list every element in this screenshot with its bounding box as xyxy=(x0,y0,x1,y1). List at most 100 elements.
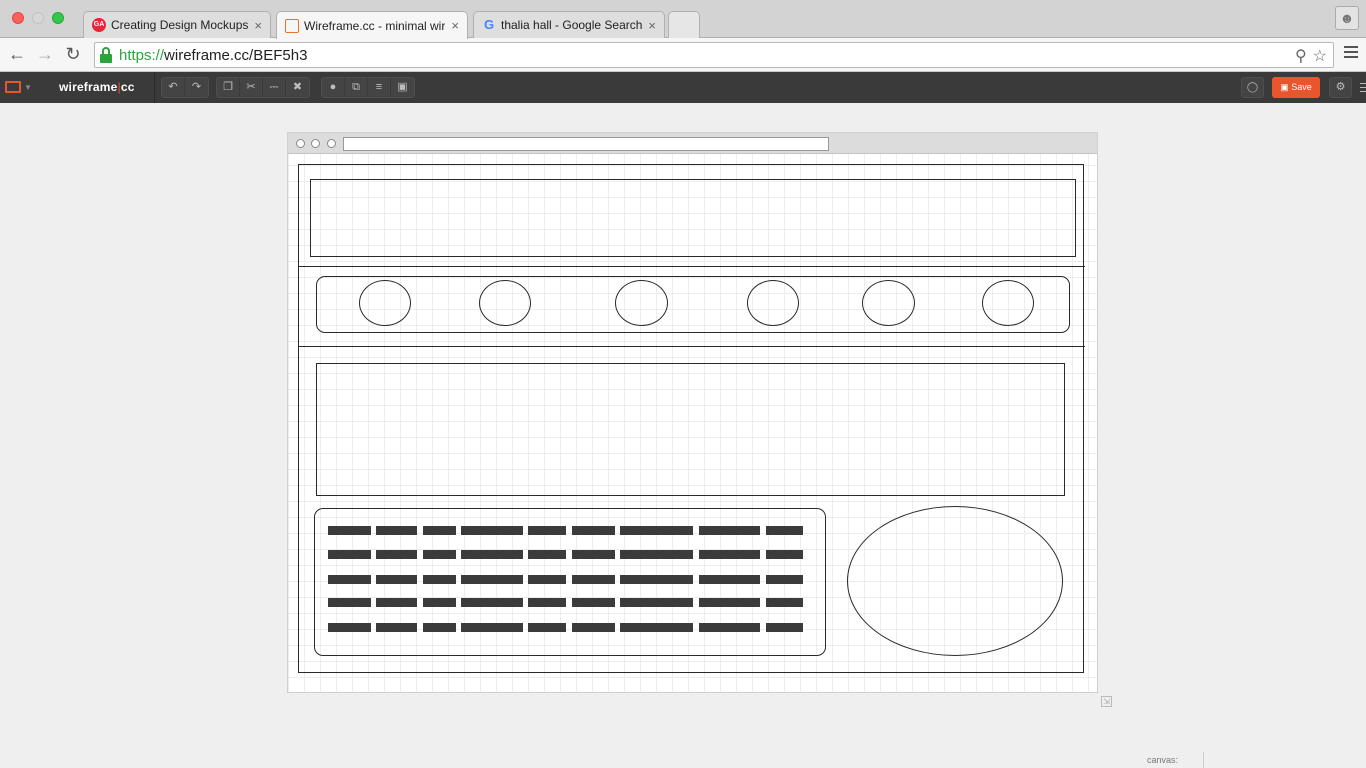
wf-text-placeholder-bar[interactable] xyxy=(766,598,803,607)
redo-icon[interactable]: ↷ xyxy=(185,78,208,97)
canvas-resize-icon[interactable]: ⇲ xyxy=(1101,696,1112,707)
lock-icon xyxy=(100,47,112,63)
wf-text-placeholder-bar[interactable] xyxy=(620,598,693,607)
wf-text-placeholder-bar[interactable] xyxy=(572,623,615,632)
browser-tab-wireframe[interactable]: Wireframe.cc - minimal wir × xyxy=(276,11,468,39)
wf-text-placeholder-bar[interactable] xyxy=(572,550,615,559)
wf-header-box[interactable] xyxy=(310,179,1076,257)
wf-text-placeholder-bar[interactable] xyxy=(328,623,371,632)
copy-icon[interactable]: ❐ xyxy=(217,78,240,97)
tab-close-icon[interactable]: × xyxy=(254,18,262,33)
wf-text-placeholder-bar[interactable] xyxy=(620,550,693,559)
browser-tab-design-mockups[interactable]: GA Creating Design Mockups | × xyxy=(83,11,271,38)
wf-text-placeholder-bar[interactable] xyxy=(376,526,417,535)
undo-icon[interactable]: ↶ xyxy=(162,78,185,97)
bookmark-star-icon[interactable]: ☆ xyxy=(1313,46,1327,66)
paste-icon[interactable]: ⎓ xyxy=(263,78,286,97)
cut-icon[interactable]: ✂ xyxy=(240,78,263,97)
wf-text-placeholder-bar[interactable] xyxy=(528,526,566,535)
wf-text-placeholder-bar[interactable] xyxy=(461,526,523,535)
wf-text-placeholder-bar[interactable] xyxy=(376,575,417,584)
wf-text-placeholder-bar[interactable] xyxy=(572,575,615,584)
wf-text-placeholder-bar[interactable] xyxy=(620,575,693,584)
wf-nav-box[interactable] xyxy=(316,276,1070,333)
tab-close-icon[interactable]: × xyxy=(648,18,656,33)
canvas-window-dot xyxy=(311,139,320,148)
window-close-button[interactable] xyxy=(12,12,24,24)
wf-text-placeholder-bar[interactable] xyxy=(699,526,760,535)
wf-text-placeholder-bar[interactable] xyxy=(461,623,523,632)
align-icon[interactable]: ≡ xyxy=(368,78,391,97)
wf-text-placeholder-bar[interactable] xyxy=(572,598,615,607)
wf-text-placeholder-bar[interactable] xyxy=(423,550,456,559)
wf-text-placeholder-bar[interactable] xyxy=(699,598,760,607)
wf-text-placeholder-bar[interactable] xyxy=(699,550,760,559)
wireframe-canvas[interactable] xyxy=(287,132,1098,693)
wf-text-placeholder-bar[interactable] xyxy=(423,575,456,584)
lock-element-icon[interactable]: ● xyxy=(322,78,345,97)
wf-ellipse[interactable] xyxy=(847,506,1063,656)
wf-text-placeholder-bar[interactable] xyxy=(766,623,803,632)
tab-title: Wireframe.cc - minimal wir xyxy=(304,18,446,33)
forward-arrow-icon[interactable]: → xyxy=(34,43,56,65)
wf-text-placeholder-bar[interactable] xyxy=(699,623,760,632)
browser-menu-icon[interactable] xyxy=(1344,46,1358,60)
tab-close-icon[interactable]: × xyxy=(451,18,459,33)
profile-avatar-icon[interactable]: ☻ xyxy=(1335,6,1359,30)
reload-icon[interactable]: ↻ xyxy=(62,43,84,65)
new-tab-button[interactable] xyxy=(668,11,700,38)
wf-text-placeholder-bar[interactable] xyxy=(461,550,523,559)
wf-text-placeholder-bar[interactable] xyxy=(423,526,456,535)
zoom-magnifier-icon[interactable]: ⚲ xyxy=(1295,46,1307,66)
browser-frame-icon[interactable] xyxy=(5,81,21,93)
wf-text-placeholder-bar[interactable] xyxy=(423,598,456,607)
back-arrow-icon[interactable]: ← xyxy=(6,43,28,65)
wf-nav-circle[interactable] xyxy=(862,280,915,326)
wf-text-placeholder-bar[interactable] xyxy=(376,623,417,632)
app-menu-icon[interactable] xyxy=(1360,83,1366,95)
wf-text-placeholder-bar[interactable] xyxy=(461,575,523,584)
comment-icon[interactable]: ◯ xyxy=(1241,77,1264,98)
window-zoom-button[interactable] xyxy=(52,12,64,24)
delete-icon[interactable]: ✖ xyxy=(286,78,309,97)
wf-divider-line[interactable] xyxy=(298,266,1085,267)
wf-text-placeholder-bar[interactable] xyxy=(620,623,693,632)
wf-content-box[interactable] xyxy=(316,363,1065,496)
chevron-down-icon[interactable]: ▼ xyxy=(24,83,32,92)
group-icon[interactable]: ▣ xyxy=(391,78,414,97)
wf-text-placeholder-bar[interactable] xyxy=(699,575,760,584)
wf-nav-circle[interactable] xyxy=(615,280,668,326)
wf-text-placeholder-bar[interactable] xyxy=(328,575,371,584)
save-button[interactable]: ▣ Save xyxy=(1272,77,1320,98)
wf-text-placeholder-bar[interactable] xyxy=(528,575,566,584)
url-scheme: https:// xyxy=(119,46,165,64)
wf-text-placeholder-bar[interactable] xyxy=(528,623,566,632)
wf-text-placeholder-bar[interactable] xyxy=(376,550,417,559)
wf-text-placeholder-bar[interactable] xyxy=(572,526,615,535)
arrange-layers-icon[interactable]: ⧉ xyxy=(345,78,368,97)
wf-text-placeholder-bar[interactable] xyxy=(528,598,566,607)
app-toolbar: ▼ wireframe|cc ↶ ↷ ❐ ✂ ⎓ ✖ ● ⧉ ≡ ▣ ◯ ▣ S… xyxy=(0,72,1366,103)
wf-text-placeholder-bar[interactable] xyxy=(328,526,371,535)
wf-text-placeholder-bar[interactable] xyxy=(766,575,803,584)
wf-text-placeholder-bar[interactable] xyxy=(376,598,417,607)
wf-nav-circle[interactable] xyxy=(982,280,1034,326)
wf-nav-circle[interactable] xyxy=(747,280,799,326)
window-minimize-button[interactable] xyxy=(32,12,44,24)
wf-nav-circle[interactable] xyxy=(479,280,531,326)
wf-nav-circle[interactable] xyxy=(359,280,411,326)
wf-text-placeholder-bar[interactable] xyxy=(620,526,693,535)
wf-text-placeholder-bar[interactable] xyxy=(461,598,523,607)
wf-text-placeholder-bar[interactable] xyxy=(423,623,456,632)
wf-text-placeholder-bar[interactable] xyxy=(328,550,371,559)
address-bar[interactable]: https:// wireframe.cc/BEF5h3 ⚲ ☆ xyxy=(94,42,1334,68)
browser-tab-google-search[interactable]: G thalia hall - Google Search × xyxy=(473,11,665,38)
wf-text-placeholder-bar[interactable] xyxy=(328,598,371,607)
wf-divider-line[interactable] xyxy=(298,346,1085,347)
wf-text-placeholder-bar[interactable] xyxy=(766,550,803,559)
ga-favicon-icon: GA xyxy=(92,18,106,32)
settings-gear-icon[interactable]: ⚙ xyxy=(1329,77,1352,98)
wf-text-placeholder-bar[interactable] xyxy=(528,550,566,559)
wf-text-placeholder-bar[interactable] xyxy=(766,526,803,535)
toolbar-divider xyxy=(154,72,155,103)
